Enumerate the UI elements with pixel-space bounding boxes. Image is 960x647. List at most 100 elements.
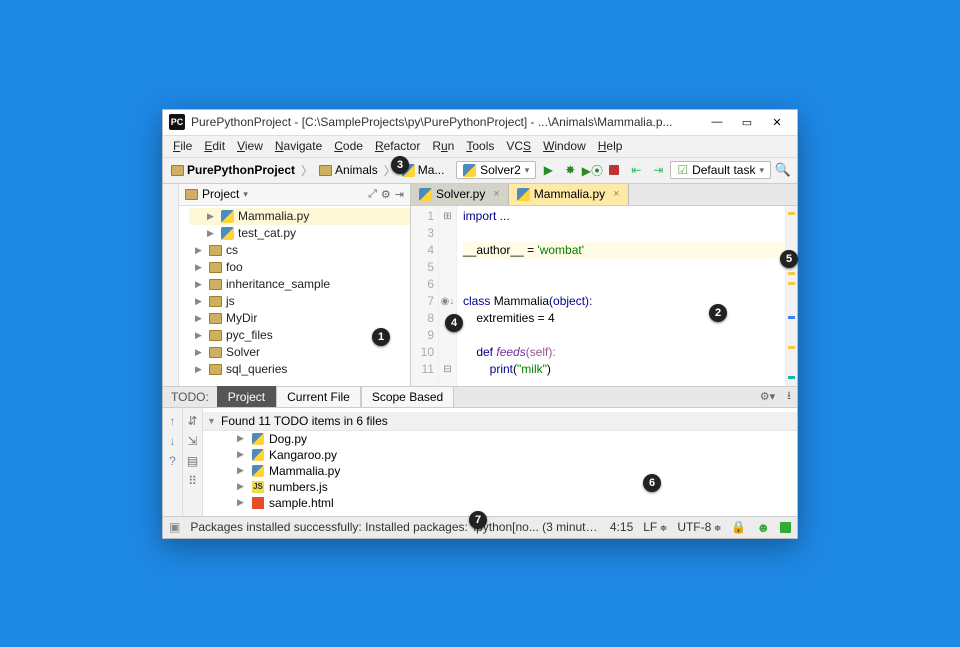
gear-icon[interactable]: ⚙▾ <box>754 390 781 403</box>
chevron-right-icon[interactable]: ▶ <box>237 497 247 508</box>
notifications-icon[interactable] <box>780 522 791 533</box>
editor-tab[interactable]: Solver.py× <box>411 184 509 205</box>
chevron-right-icon[interactable]: ▶ <box>237 465 247 476</box>
code-area[interactable]: import ... __author__ = 'wombat' class M… <box>457 206 785 386</box>
editor-tab[interactable]: Mammalia.py× <box>509 184 629 205</box>
chevron-right-icon[interactable]: ▶ <box>207 228 217 239</box>
chevron-right-icon[interactable]: ▶ <box>237 433 247 444</box>
menu-run[interactable]: Run <box>426 137 460 155</box>
arrow-up-icon[interactable]: ↑ <box>170 414 176 428</box>
chevron-right-icon[interactable]: ▶ <box>237 449 247 460</box>
tree-item[interactable]: ▶foo <box>189 259 410 276</box>
menu-edit[interactable]: Edit <box>198 137 231 155</box>
menu-view[interactable]: View <box>231 137 269 155</box>
breadcrumb-folder[interactable]: Animals <box>315 163 382 177</box>
task-select[interactable]: ☑Default task▾ <box>670 161 771 179</box>
python-file-icon <box>221 227 234 240</box>
folder-icon <box>209 313 222 324</box>
folder-icon <box>319 165 332 176</box>
chevron-right-icon[interactable]: ▶ <box>195 279 205 290</box>
chevron-right-icon[interactable]: ▶ <box>195 347 205 358</box>
chevron-right-icon[interactable]: ▶ <box>207 211 217 222</box>
chevron-right-icon[interactable]: ▶ <box>195 245 205 256</box>
help-icon[interactable]: ? <box>169 454 176 468</box>
hide-icon[interactable]: ⭳ <box>781 387 797 406</box>
todo-file-row[interactable]: ▶JSnumbers.js <box>203 479 797 495</box>
lock-icon[interactable]: 🔒 <box>731 520 746 534</box>
close-icon[interactable]: × <box>613 188 619 200</box>
collapse-icon[interactable]: ⇲ <box>187 434 197 448</box>
close-button[interactable]: ✕ <box>763 112 791 132</box>
chevron-right-icon[interactable]: ▶ <box>195 330 205 341</box>
todo-file-row[interactable]: ▶Kangaroo.py <box>203 447 797 463</box>
folder-icon <box>209 330 222 341</box>
folder-icon <box>209 245 222 256</box>
status-encoding[interactable]: UTF-8 ≑ <box>677 520 721 534</box>
menu-refactor[interactable]: Refactor <box>369 137 426 155</box>
tree-item[interactable]: ▶ inheritance_sample <box>189 276 410 293</box>
chevron-down-icon: ▾ <box>759 165 764 176</box>
autoscroll-icon[interactable]: ⤢ <box>368 188 377 201</box>
project-tree[interactable]: ▶Mammalia.py▶test_cat.py▶cs▶foo▶inherita… <box>179 206 410 386</box>
menu-window[interactable]: Window <box>537 137 592 155</box>
more-icon[interactable]: ⠿ <box>188 474 197 488</box>
tree-item[interactable]: ▶sql_queries <box>189 361 410 378</box>
todo-tab-scope[interactable]: Scope Based <box>361 386 454 407</box>
run-button[interactable]: ▶ <box>538 160 558 180</box>
tree-item[interactable]: ▶js <box>189 293 410 310</box>
chevron-right-icon[interactable]: ▶ <box>195 296 205 307</box>
arrow-down-icon[interactable]: ↓ <box>170 434 176 448</box>
tree-item[interactable]: ▶cs <box>189 242 410 259</box>
todo-file-row[interactable]: ▶Mammalia.py <box>203 463 797 479</box>
status-caret[interactable]: 4:15 <box>610 520 633 534</box>
chevron-right-icon[interactable]: ▶ <box>237 481 247 492</box>
tool-windows-icon[interactable]: ▣ <box>169 520 180 534</box>
minimize-button[interactable]: — <box>703 112 731 132</box>
callout-2: 2 <box>709 304 727 322</box>
hide-icon[interactable]: ⇥ <box>395 188 404 201</box>
breadcrumb-root[interactable]: PurePythonProject <box>167 163 299 177</box>
tree-item[interactable]: ▶MyDir <box>189 310 410 327</box>
nav-fwd-button[interactable]: ⇥ <box>648 160 668 180</box>
maximize-button[interactable]: ▭ <box>733 112 761 132</box>
tree-item[interactable]: ▶Mammalia.py <box>189 208 410 225</box>
stop-button[interactable] <box>604 160 624 180</box>
search-everywhere-button[interactable]: 🔍 <box>773 160 793 180</box>
tree-item[interactable]: ▶Solver <box>189 344 410 361</box>
coverage-icon: ▶⦿ <box>582 162 603 179</box>
menu-code[interactable]: Code <box>328 137 369 155</box>
menu-vcs[interactable]: VCS <box>500 137 537 155</box>
coverage-button[interactable]: ▶⦿ <box>582 160 602 180</box>
run-config-select[interactable]: Solver2▾ <box>456 161 536 179</box>
status-line-sep[interactable]: LF ≑ <box>643 520 667 534</box>
chevron-right-icon[interactable]: ▶ <box>195 262 205 273</box>
chevron-down-icon[interactable]: ▾ <box>243 189 248 200</box>
debug-button[interactable]: ✸ <box>560 160 580 180</box>
project-tool-stripe[interactable] <box>163 184 179 386</box>
error-stripe[interactable] <box>785 206 797 386</box>
todo-file-row[interactable]: ▶Dog.py <box>203 431 797 447</box>
close-icon[interactable]: × <box>493 188 499 200</box>
menu-help[interactable]: Help <box>592 137 629 155</box>
expand-icon[interactable]: ⇵ <box>187 414 197 428</box>
tree-item[interactable]: ▶test_cat.py <box>189 225 410 242</box>
menu-navigate[interactable]: Navigate <box>269 137 328 155</box>
todo-tool-header: TODO: Project Current File Scope Based ⚙… <box>163 386 797 408</box>
tree-item-label: inheritance_sample <box>226 277 330 291</box>
marker-gutter[interactable]: ⊞ ◉↓ ⊟ <box>439 206 457 386</box>
chevron-down-icon[interactable]: ▼ <box>207 416 217 426</box>
group-icon[interactable]: ▤ <box>187 454 198 468</box>
todo-file-row[interactable]: ▶sample.html <box>203 495 797 511</box>
editor[interactable]: 1 3 4 5 6 7 8 9 10 11 ⊞ ◉↓ ⊟ import ... … <box>411 206 797 386</box>
todo-tab-current-file[interactable]: Current File <box>276 386 361 407</box>
todo-tab-project[interactable]: Project <box>217 386 276 407</box>
nav-back-button[interactable]: ⇤ <box>626 160 646 180</box>
inspection-icon[interactable]: ☻ <box>756 520 770 535</box>
line-number-gutter[interactable]: 1 3 4 5 6 7 8 9 10 11 <box>411 206 439 386</box>
gear-icon[interactable]: ⚙ <box>381 188 391 201</box>
menu-file[interactable]: File <box>167 137 198 155</box>
todo-tree[interactable]: ▼Found 11 TODO items in 6 files ▶Dog.py▶… <box>203 408 797 516</box>
chevron-right-icon[interactable]: ▶ <box>195 313 205 324</box>
chevron-right-icon[interactable]: ▶ <box>195 364 205 375</box>
menu-tools[interactable]: Tools <box>460 137 500 155</box>
